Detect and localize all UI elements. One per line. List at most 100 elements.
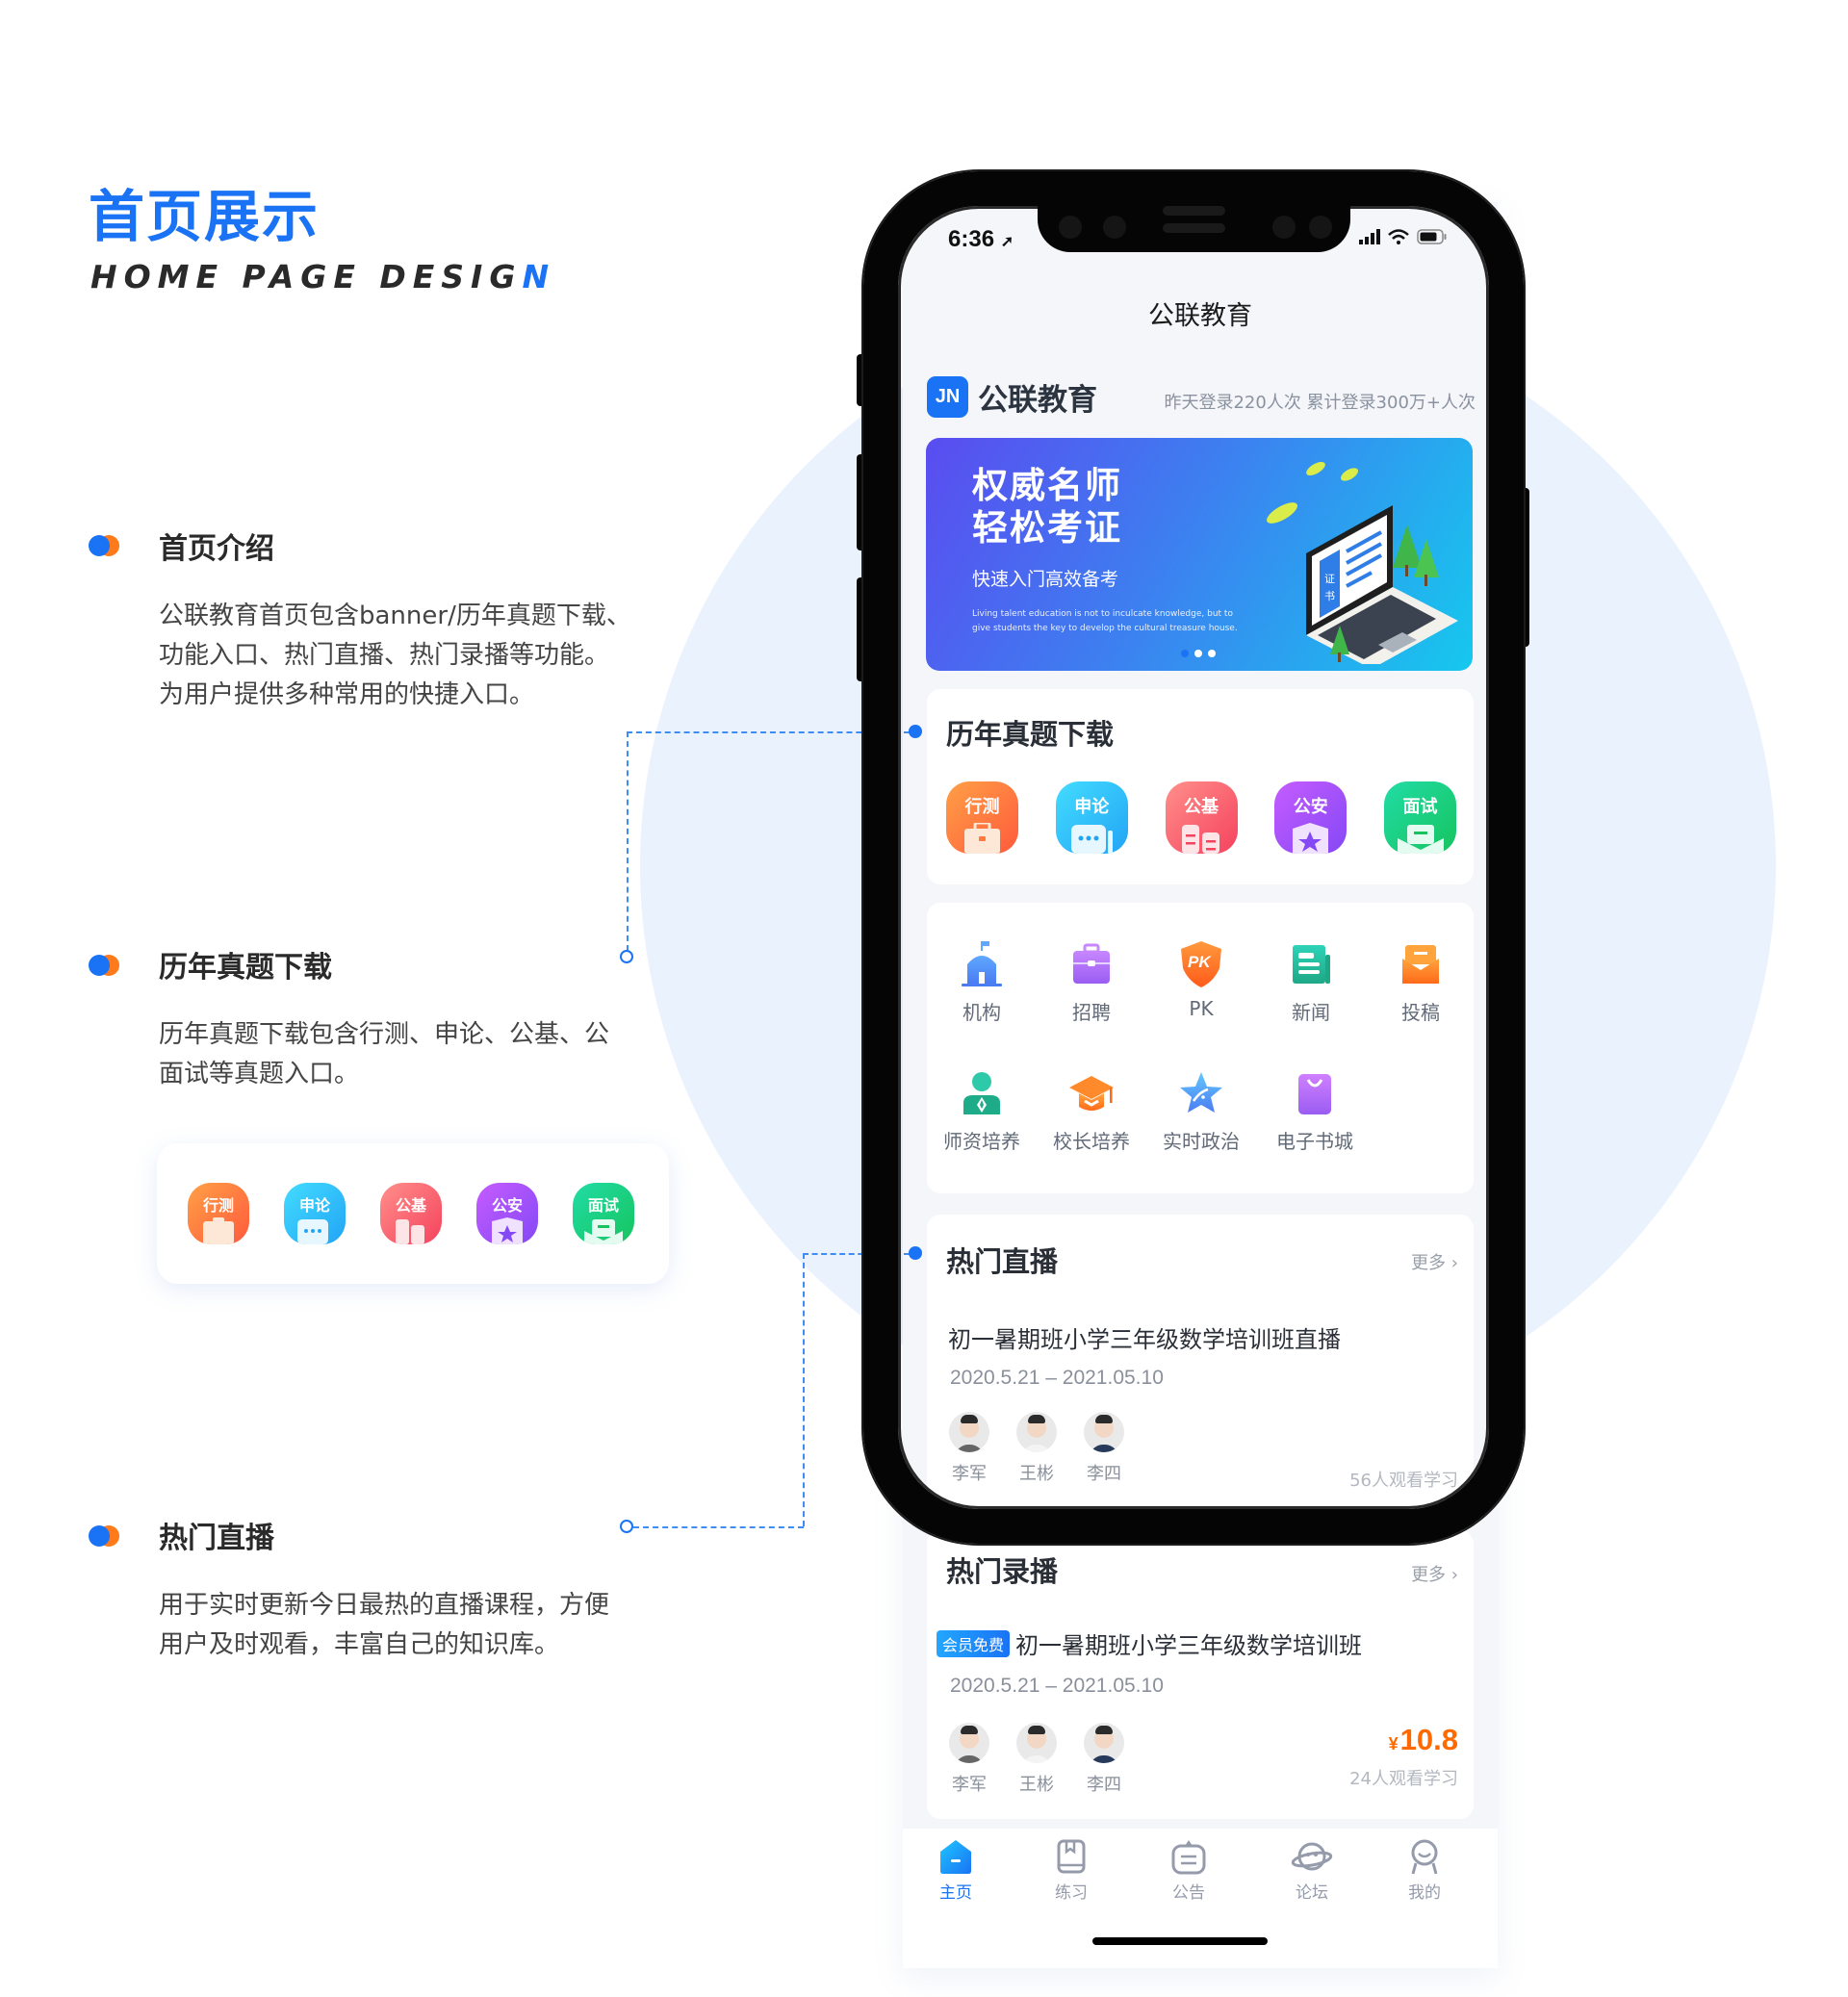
section-body-intro: 公联教育首页包含banner/历年真题下载、 功能入口、热门直播、热门录播等功能… bbox=[159, 597, 679, 715]
teacher[interactable]: 李军 bbox=[948, 1412, 990, 1485]
exam-label: 面试 bbox=[1402, 797, 1438, 817]
sensor-icon bbox=[1272, 216, 1296, 239]
live-more-link[interactable]: 更多 › bbox=[1411, 1249, 1458, 1274]
teacher[interactable]: 李四 bbox=[1083, 1723, 1125, 1796]
teacher[interactable]: 李四 bbox=[1083, 1412, 1125, 1485]
banner-english-text: Living talent education is not to inculc… bbox=[972, 609, 1238, 633]
exam-download-title: 历年真题下载 bbox=[946, 718, 1115, 751]
subtitle-main: HOME PAGE DESIG bbox=[90, 258, 523, 295]
exam-gongan-button[interactable]: 公安 bbox=[1274, 781, 1348, 854]
live-course-title[interactable]: 初一暑期班小学三年级数学培训班直播 bbox=[948, 1320, 1341, 1354]
submit-mail-icon bbox=[1402, 945, 1439, 984]
news-icon bbox=[1293, 945, 1330, 984]
tab-bar: 主页 练习 公告 论坛 我的 bbox=[903, 1829, 1498, 1968]
announcement-icon bbox=[1171, 1840, 1206, 1875]
body-line: 功能入口、热门直播、热门录播等功能。 bbox=[159, 641, 610, 670]
avatar bbox=[949, 1723, 989, 1763]
signal-icon bbox=[1359, 229, 1380, 244]
func-principal-training[interactable]: 校长培养 bbox=[1037, 1070, 1146, 1154]
func-submit[interactable]: 投稿 bbox=[1366, 941, 1476, 1025]
recruit-briefcase-icon bbox=[1073, 943, 1110, 984]
connector-line bbox=[627, 731, 629, 951]
bullet-icon bbox=[89, 955, 121, 976]
nav-title: 公联教育 bbox=[1148, 301, 1252, 331]
recorded-course-title[interactable]: 会员免费 初一暑期班小学三年级数学培训班 bbox=[937, 1626, 1362, 1660]
carousel-dot[interactable] bbox=[1194, 650, 1202, 657]
func-ebook-store[interactable]: 电子书城 bbox=[1260, 1070, 1370, 1154]
exam-xingce-button[interactable]: 行测 bbox=[946, 781, 1018, 854]
laptop-illustration-icon: 证 书 bbox=[1267, 462, 1458, 664]
func-label: 师资培养 bbox=[943, 1130, 1020, 1153]
preview-exam-mianshi: 面试 bbox=[573, 1183, 634, 1244]
carousel-indicator[interactable] bbox=[1181, 650, 1216, 657]
tab-label: 论坛 bbox=[1296, 1883, 1328, 1903]
section-heading-live: 热门直播 bbox=[159, 1522, 274, 1555]
body-line: 历年真题下载包含行测、申论、公基、公 bbox=[159, 1020, 610, 1049]
exam-label: 申论 bbox=[1074, 797, 1110, 817]
func-label: 实时政治 bbox=[1163, 1130, 1240, 1153]
live-teachers: 李军 王彬 李四 bbox=[948, 1412, 1125, 1485]
tab-forum[interactable]: 论坛 bbox=[1273, 1838, 1350, 1903]
police-badge-icon bbox=[492, 1217, 523, 1244]
brand-name: 公联教育 bbox=[978, 383, 1097, 418]
tab-announcement[interactable]: 公告 bbox=[1150, 1838, 1227, 1903]
func-current-politics[interactable]: 实时政治 bbox=[1146, 1070, 1256, 1154]
func-institution[interactable]: 机构 bbox=[927, 941, 1037, 1025]
exam-download-card: 历年真题下载 行测 申论 公基 公安 面试 bbox=[927, 689, 1474, 884]
teacher[interactable]: 王彬 bbox=[1015, 1723, 1058, 1796]
pk-shield-icon: PK bbox=[1181, 941, 1221, 987]
envelope-icon bbox=[584, 1219, 623, 1244]
func-pk[interactable]: PK PK bbox=[1146, 941, 1256, 1020]
func-teacher-training[interactable]: 师资培养 bbox=[927, 1070, 1037, 1154]
live-watchers: 56人观看学习 bbox=[1349, 1471, 1458, 1491]
tab-practice[interactable]: 练习 bbox=[1033, 1838, 1110, 1903]
phone-notch bbox=[1038, 202, 1350, 252]
status-icons bbox=[1359, 229, 1448, 244]
institution-icon bbox=[962, 941, 1002, 986]
tab-label: 公告 bbox=[1172, 1883, 1205, 1903]
tab-label: 练习 bbox=[1055, 1883, 1088, 1903]
course-price: ¥10.8 bbox=[1388, 1723, 1458, 1756]
teacher-name: 李军 bbox=[952, 1775, 987, 1795]
banner-carousel[interactable]: 权威名师 轻松考证 快速入门高效备考 Living talent educatio… bbox=[926, 438, 1473, 671]
vip-free-badge: 会员免费 bbox=[937, 1630, 1011, 1657]
func-news[interactable]: 新闻 bbox=[1256, 941, 1366, 1025]
section-heading-intro: 首页介绍 bbox=[159, 532, 274, 566]
avatar bbox=[1084, 1412, 1124, 1452]
brand-row: JN 公联教育 昨天登录220人次 累计登录300万+人次 bbox=[927, 375, 1476, 419]
teacher[interactable]: 李军 bbox=[948, 1723, 990, 1796]
teacher-name: 王彬 bbox=[1019, 1464, 1054, 1484]
live-card: 热门直播 更多 › 初一暑期班小学三年级数学培训班直播 2020.5.21 – … bbox=[927, 1215, 1474, 1523]
tab-profile[interactable]: 我的 bbox=[1386, 1838, 1463, 1903]
func-label: 校长培养 bbox=[1053, 1130, 1130, 1153]
profile-icon bbox=[1411, 1839, 1438, 1875]
star-icon bbox=[1180, 1072, 1222, 1113]
location-arrow-icon: ➚ bbox=[1000, 234, 1014, 250]
func-label: 电子书城 bbox=[1276, 1130, 1353, 1153]
banner-headline: 权威名师 轻松考证 bbox=[972, 465, 1122, 549]
exam-mianshi-button[interactable]: 面试 bbox=[1384, 781, 1456, 854]
teacher[interactable]: 王彬 bbox=[1015, 1412, 1058, 1485]
mute-switch bbox=[857, 354, 865, 406]
avatar bbox=[949, 1412, 989, 1452]
body-line: 面试等真题入口。 bbox=[159, 1060, 360, 1088]
recorded-more-link[interactable]: 更多 › bbox=[1411, 1561, 1458, 1586]
connector-dot-hollow bbox=[620, 950, 633, 963]
preview-exam-xingce: 行测 bbox=[188, 1183, 249, 1244]
exam-gongji-button[interactable]: 公基 bbox=[1165, 781, 1238, 854]
tab-home[interactable]: 主页 bbox=[917, 1838, 994, 1903]
body-line: 用于实时更新今日最热的直播课程，方便 bbox=[159, 1591, 610, 1620]
home-icon bbox=[940, 1840, 971, 1874]
section-heading-exams: 历年真题下载 bbox=[159, 951, 332, 985]
briefcase-icon bbox=[203, 1217, 234, 1244]
briefcase-icon bbox=[964, 823, 1000, 854]
live-title: 热门直播 bbox=[946, 1245, 1059, 1278]
status-time: 6:36 ➚ bbox=[948, 226, 1014, 252]
carousel-dot[interactable] bbox=[1208, 650, 1216, 657]
carousel-dot-active[interactable] bbox=[1181, 650, 1189, 657]
recorded-watchers: 24人观看学习 bbox=[1349, 1769, 1458, 1789]
exam-shenlun-button[interactable]: 申论 bbox=[1055, 781, 1128, 854]
page-title: 首页展示 bbox=[89, 184, 321, 249]
func-recruit[interactable]: 招聘 bbox=[1037, 941, 1146, 1025]
volume-down-button bbox=[857, 577, 865, 681]
